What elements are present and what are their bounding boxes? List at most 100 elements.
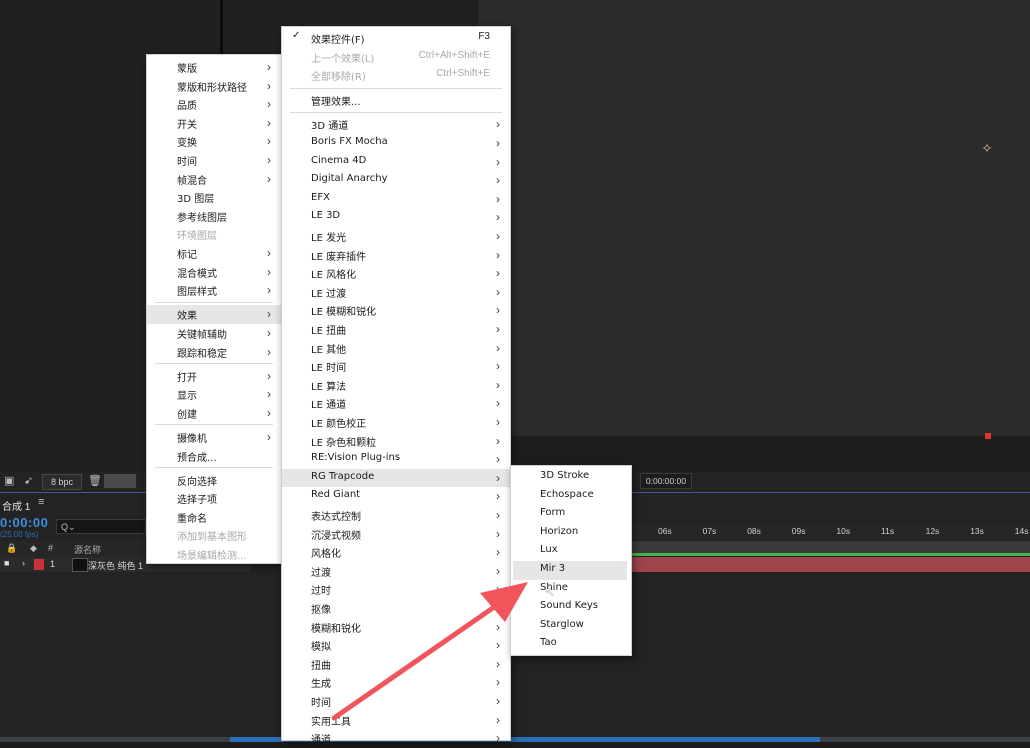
effects-category-le[interactable]: LE 杂色和颗粒 › [282, 432, 510, 451]
layer-menu-item-item-3[interactable]: 开关 › [147, 114, 281, 133]
layer-handle[interactable] [985, 433, 991, 439]
lock-icon[interactable]: 🔒 [6, 543, 17, 554]
effects-category-boris-fx-mocha[interactable]: Boris FX Mocha › [282, 134, 510, 153]
viewer-timecode[interactable]: 0:00:00:00 [640, 473, 692, 489]
trapcode-item-shine[interactable]: Shine [513, 580, 627, 599]
layer-menu-item-item-14[interactable]: 关键帧辅助 › [147, 324, 281, 343]
effects-top-item-0[interactable]: ✓ 效果控件(F) F3 [282, 29, 510, 48]
menu-item-label: Tao [540, 637, 557, 649]
layer-menu-item-item-11[interactable]: 混合模式 › [147, 263, 281, 282]
layer-menu-item-item-22[interactable]: 选择子项 [147, 489, 281, 508]
effects-category-le[interactable]: LE 颜色校正 › [282, 413, 510, 432]
effects-category-item-31[interactable]: 时间 › [282, 692, 510, 711]
layer-menu-item-item-21[interactable]: 反向选择 [147, 471, 281, 490]
layer-menu-item-item-10[interactable]: 标记 › [147, 244, 281, 263]
layer-menu-item-item-15[interactable]: 跟踪和稳定 › [147, 343, 281, 362]
effects-category-le[interactable]: LE 时间 › [282, 357, 510, 376]
effects-category-item-27[interactable]: 模糊和锐化 › [282, 618, 510, 637]
layer-menu-item-item-17[interactable]: 显示 › [147, 385, 281, 404]
effects-category-item-22[interactable]: 沉浸式视频 › [282, 525, 510, 544]
layer-menu-item-item-18[interactable]: 创建 › [147, 404, 281, 423]
layer-menu-item-item-1[interactable]: 蒙版和形状路径 › [147, 77, 281, 96]
effects-category-rg-trapcode[interactable]: RG Trapcode › [282, 468, 510, 488]
menu-item-label: 实用工具 [311, 716, 351, 728]
trapcode-item-tao[interactable]: Tao [513, 635, 627, 654]
time-ruler[interactable]: 06s 07s 08s 09s 10s 11s 12s 13s 14s [632, 524, 1030, 540]
composition-viewer[interactable] [478, 0, 1030, 436]
menu-item-label: LE 发光 [311, 233, 347, 244]
effects-category-item-26[interactable]: 抠像 › [282, 599, 510, 618]
layer-duration-bar[interactable] [632, 557, 1030, 572]
effects-category-le[interactable]: LE 模糊和锐化 › [282, 301, 510, 320]
layer-menu-item-item-13[interactable]: 效果 › [147, 305, 281, 324]
trapcode-item-sound-keys[interactable]: Sound Keys [513, 598, 627, 617]
layer-menu-item-item-4[interactable]: 变换 › [147, 132, 281, 151]
layer-menu-item-item-0[interactable]: 蒙版 › [147, 58, 281, 77]
bit-depth-button[interactable]: 8 bpc [42, 474, 82, 490]
toolbar-box[interactable] [104, 474, 136, 488]
effects-category-le[interactable]: LE 风格化 › [282, 264, 510, 283]
trapcode-item-mir-3[interactable]: Mir 3 [513, 561, 627, 580]
effects-category-item-33[interactable]: 通道 › [282, 729, 510, 748]
current-time[interactable]: 0:00:00 [0, 515, 48, 530]
effects-category-re-vision-plug-ins[interactable]: RE:Vision Plug-ins › [282, 450, 510, 469]
anchor-point-icon[interactable]: ✧ [980, 141, 994, 155]
layer-menu-item-3d[interactable]: 3D 图层 [147, 188, 281, 207]
trapcode-item-horizon[interactable]: Horizon [513, 524, 627, 543]
effects-category-item-21[interactable]: 表达式控制 › [282, 506, 510, 525]
effects-category-3d[interactable]: 3D 通道 › [282, 115, 510, 134]
source-name-header[interactable]: 源名称 [74, 543, 101, 556]
effects-category-digital-anarchy[interactable]: Digital Anarchy › [282, 171, 510, 190]
flowchart-icon[interactable]: ➹ [24, 475, 33, 488]
layer-color-label[interactable] [34, 559, 44, 570]
effects-category-le-3d[interactable]: LE 3D › [282, 208, 510, 227]
trapcode-item-echospace[interactable]: Echospace [513, 487, 627, 506]
layer-menu-item-item-2[interactable]: 品质 › [147, 95, 281, 114]
visibility-icon[interactable]: ■ [4, 558, 9, 568]
layer-search-input[interactable]: Q⌄ [56, 519, 146, 534]
layer-name[interactable]: 深灰色 纯色 1 [88, 559, 143, 572]
tab-composition[interactable]: 合成 1 [2, 498, 30, 513]
effects-category-le[interactable]: LE 过渡 › [282, 283, 510, 302]
effects-top-item-3[interactable]: 管理效果... [282, 91, 510, 110]
effects-category-item-24[interactable]: 过渡 › [282, 562, 510, 581]
effects-category-le[interactable]: LE 扭曲 › [282, 320, 510, 339]
layer-menu-item-item-20[interactable]: 预合成... [147, 447, 281, 466]
panel-menu-icon[interactable]: ≡ [38, 496, 44, 508]
layer-menu-item-item-23[interactable]: 重命名 [147, 508, 281, 527]
effects-category-cinema-4d[interactable]: Cinema 4D › [282, 153, 510, 172]
trapcode-item-starglow[interactable]: Starglow [513, 617, 627, 636]
chevron-right-icon: › [267, 368, 271, 383]
effects-category-item-29[interactable]: 扭曲 › [282, 655, 510, 674]
effects-category-item-30[interactable]: 生成 › [282, 673, 510, 692]
layer-menu-item-item-6[interactable]: 帧混合 › [147, 170, 281, 189]
effects-category-item-23[interactable]: 风格化 › [282, 543, 510, 562]
effects-category-item-28[interactable]: 模拟 › [282, 636, 510, 655]
layer-menu-item-item-16[interactable]: 打开 › [147, 367, 281, 386]
trapcode-item-3d-stroke[interactable]: 3D Stroke [513, 468, 627, 487]
label-icon[interactable]: ◆ [30, 543, 37, 554]
effects-category-le[interactable]: LE 通道 › [282, 394, 510, 413]
chevron-right-icon: › [267, 283, 271, 298]
effects-category-le[interactable]: LE 发光 › [282, 227, 510, 246]
effects-category-le[interactable]: LE 算法 › [282, 376, 510, 395]
trash-icon[interactable]: 🗑 [88, 475, 102, 488]
trapcode-item-lux[interactable]: Lux [513, 542, 627, 561]
expand-chevron-icon[interactable]: › [22, 558, 25, 568]
menu-item-label: 过渡 [311, 567, 331, 579]
trapcode-item-form[interactable]: Form [513, 505, 627, 524]
menu-item-label: Sound Keys [540, 600, 599, 612]
effects-category-item-25[interactable]: 过时 › [282, 580, 510, 599]
layer-menu-item-item-8[interactable]: 参考线图层 [147, 207, 281, 226]
effects-category-le[interactable]: LE 废弃插件 › [282, 246, 510, 265]
menu-item-label: 重命名 [177, 513, 207, 525]
effects-category-item-32[interactable]: 实用工具 › [282, 711, 510, 730]
effects-category-red-giant[interactable]: Red Giant › [282, 487, 510, 506]
layer-menu-item-item-5[interactable]: 时间 › [147, 151, 281, 170]
effects-category-efx[interactable]: EFX › [282, 190, 510, 209]
work-area-bar[interactable] [632, 541, 1030, 553]
effects-category-le[interactable]: LE 其他 › [282, 339, 510, 358]
camera-icon[interactable]: ▣ [4, 475, 14, 488]
layer-menu-item-item-12[interactable]: 图层样式 › [147, 281, 281, 300]
layer-menu-item-item-19[interactable]: 摄像机 › [147, 428, 281, 447]
